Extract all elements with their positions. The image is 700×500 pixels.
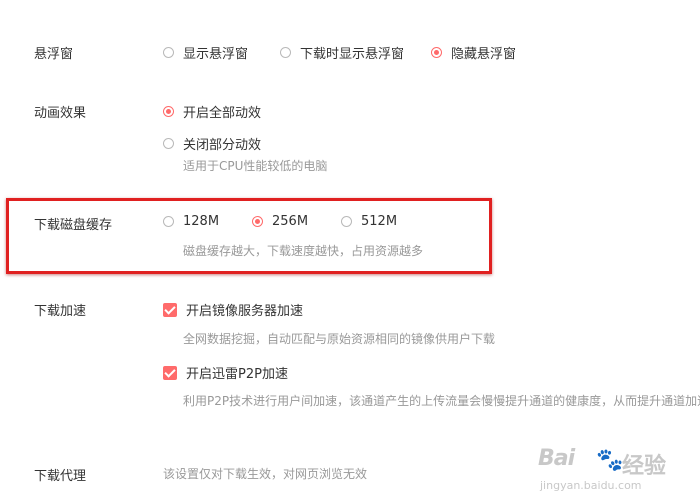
highlight-box — [6, 198, 492, 274]
floating-window-label: 悬浮窗 — [34, 47, 74, 62]
checkbox-label: 开启迅雷P2P加速 — [186, 367, 288, 382]
watermark-url: jingyan.baidu.com — [540, 479, 642, 492]
option-label: 显示悬浮窗 — [183, 47, 249, 62]
proxy-hint: 该设置仅对下载生效，对网页浏览无效 — [163, 467, 368, 481]
radio-icon — [280, 47, 291, 58]
option-label: 开启全部动效 — [183, 106, 262, 121]
baidu-jingyan-watermark: Bai 🐾 经验 jingyan.baidu.com — [538, 446, 698, 496]
floating-window-option-show-while-downloading[interactable]: 下载时显示悬浮窗 — [280, 43, 404, 62]
watermark-logo: Bai — [538, 446, 575, 471]
animation-option-all-on[interactable]: 开启全部动效 — [163, 102, 261, 121]
checkbox-checked-icon — [163, 302, 177, 317]
animation-hint: 适用于CPU性能较低的电脑 — [183, 159, 328, 173]
radio-checked-icon — [163, 106, 174, 117]
floating-window-option-hide[interactable]: 隐藏悬浮窗 — [431, 43, 516, 62]
p2p-acceleration-checkbox[interactable]: 开启迅雷P2P加速 — [163, 363, 288, 382]
watermark-text: 经验 — [622, 454, 667, 479]
option-label: 隐藏悬浮窗 — [451, 47, 517, 62]
mirror-acceleration-checkbox[interactable]: 开启镜像服务器加速 — [163, 300, 303, 319]
floating-window-option-show[interactable]: 显示悬浮窗 — [163, 43, 248, 62]
p2p-acceleration-hint: 利用P2P技术进行用户间加速，该通道产生的上传流量会慢慢提升通道的健康度，从而提… — [183, 394, 700, 408]
checkbox-label: 开启镜像服务器加速 — [186, 304, 304, 319]
animation-option-partial-off[interactable]: 关闭部分动效 — [163, 134, 261, 153]
radio-icon — [163, 138, 174, 149]
paw-icon: 🐾 — [596, 448, 624, 473]
checkbox-checked-icon — [163, 365, 177, 380]
option-label: 下载时显示悬浮窗 — [300, 47, 405, 62]
mirror-acceleration-hint: 全网数据挖掘，自动匹配与原始资源相同的镜像供用户下载 — [183, 332, 496, 346]
radio-icon — [163, 47, 174, 58]
acceleration-label: 下载加速 — [34, 304, 87, 319]
radio-checked-icon — [431, 47, 442, 58]
animation-label: 动画效果 — [34, 106, 87, 121]
option-label: 关闭部分动效 — [183, 138, 262, 153]
proxy-label: 下载代理 — [34, 469, 87, 484]
